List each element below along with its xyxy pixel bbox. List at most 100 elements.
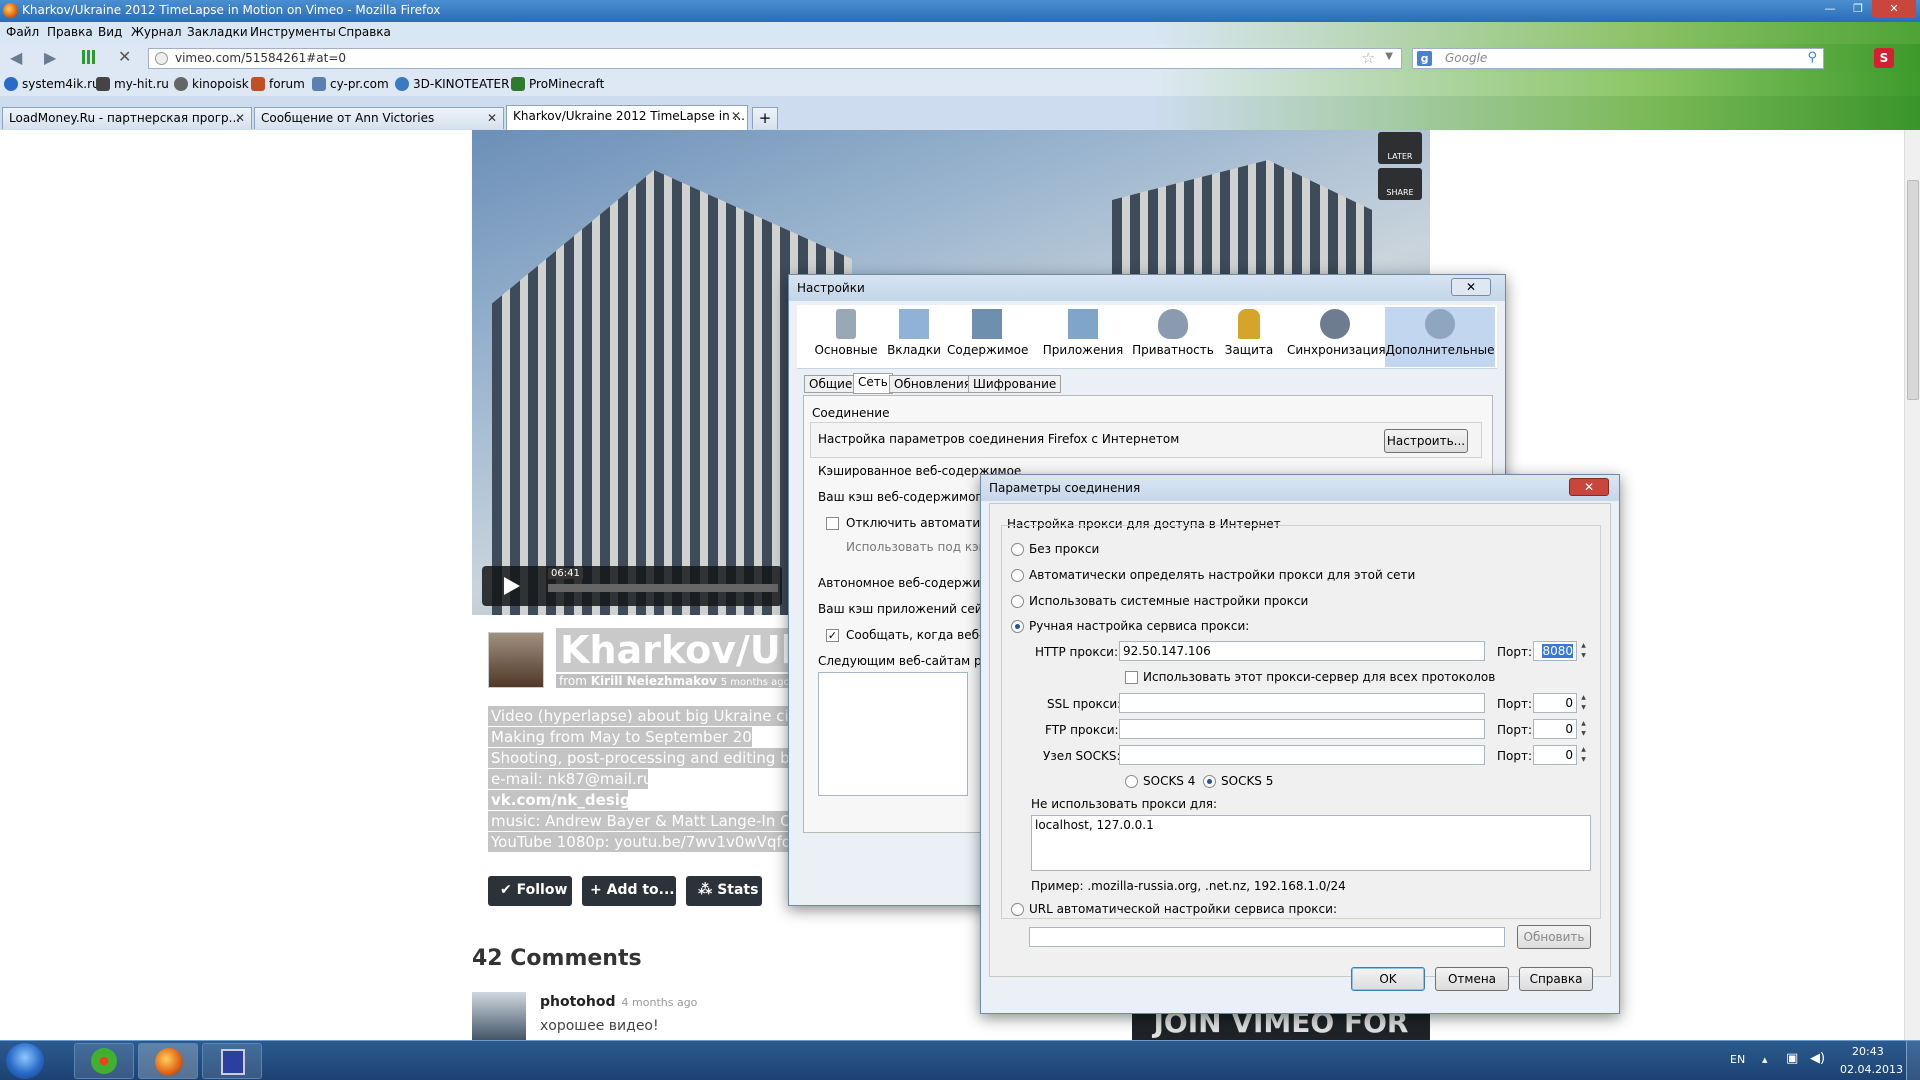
clock-date[interactable]: 02.04.2013 — [1840, 1063, 1903, 1076]
stats-button[interactable]: ⁂ Stats — [686, 876, 762, 906]
pane-privacy[interactable]: Приватность — [1131, 309, 1215, 357]
pane-sync[interactable]: Синхронизация — [1287, 309, 1386, 357]
bookmark-my-hit[interactable]: my-hit.ru — [96, 77, 169, 91]
subtab-updates[interactable]: Обновления — [889, 375, 977, 393]
pane-security[interactable]: Защита — [1219, 309, 1279, 357]
search-input[interactable]: g Google ⚲ — [1412, 48, 1824, 69]
new-tab-button[interactable]: + — [752, 107, 778, 129]
author-avatar[interactable] — [488, 632, 544, 688]
notify-offline-checkbox[interactable]: ✓ — [826, 629, 839, 642]
add-to-button[interactable]: + Add to... — [582, 876, 676, 906]
taskbar-icq[interactable] — [74, 1043, 134, 1079]
menu-tools[interactable]: Инструменты — [250, 25, 336, 39]
subtab-network[interactable]: Сеть — [853, 373, 893, 394]
subtab-general[interactable]: Общие — [804, 375, 858, 393]
description-line[interactable]: e-mail: nk87@mail.ru — [488, 769, 648, 789]
maximize-button[interactable]: ❐ — [1844, 0, 1872, 18]
ssl-port-spinner[interactable]: ▲ ▼ — [1579, 693, 1588, 713]
stop-loading-icon[interactable]: ✕ — [118, 47, 131, 66]
disable-cache-checkbox[interactable] — [826, 517, 839, 530]
pane-applications[interactable]: Приложения — [1041, 309, 1125, 357]
bookmark-system4ik[interactable]: system4ik.ru — [4, 77, 100, 91]
bookmark-kinopoisk[interactable]: kinopoisk — [174, 77, 249, 91]
clock-time[interactable]: 20:43 — [1852, 1045, 1884, 1058]
scrollbar-thumb[interactable] — [1907, 180, 1919, 400]
ftp-proxy-input[interactable] — [1119, 719, 1485, 739]
ftp-port-spinner[interactable]: ▲ ▼ — [1579, 719, 1588, 739]
reload-pac-button[interactable]: Обновить — [1517, 925, 1591, 949]
menu-view[interactable]: Вид — [98, 25, 122, 39]
commenter-name[interactable]: photohod 4 months ago — [540, 994, 697, 1010]
socks-host-input[interactable] — [1119, 745, 1485, 765]
page-scrollbar[interactable] — [1904, 130, 1920, 1040]
site-identity-icon[interactable] — [155, 52, 168, 65]
socks-port-input[interactable]: 0 — [1533, 745, 1577, 765]
auto-url-radio[interactable] — [1011, 903, 1024, 916]
settings-close-button[interactable]: ✕ — [1451, 278, 1491, 296]
menu-edit[interactable]: Правка — [47, 25, 93, 39]
tab-close-icon[interactable]: ✕ — [487, 111, 497, 125]
language-indicator[interactable]: EN — [1730, 1053, 1745, 1066]
ok-button[interactable]: OK — [1351, 967, 1425, 991]
http-port-spinner[interactable]: ▲ ▼ — [1579, 641, 1588, 661]
tray-expand-icon[interactable]: ▴ — [1762, 1053, 1768, 1066]
auto-detect-radio[interactable] — [1011, 569, 1024, 582]
follow-button[interactable]: ✔ Follow — [488, 876, 572, 906]
auto-url-input[interactable] — [1029, 927, 1505, 947]
description-link[interactable]: vk.com/nk_design — [488, 790, 628, 810]
tab-message[interactable]: Сообщение от Ann Victories ✕ — [254, 107, 504, 129]
pane-advanced[interactable]: Дополнительные — [1385, 307, 1495, 367]
ssl-proxy-input[interactable] — [1119, 693, 1485, 713]
bookmark-cy-pr[interactable]: cy-pr.com — [312, 77, 389, 91]
menu-file[interactable]: Файл — [6, 25, 39, 39]
system-proxy-radio[interactable] — [1011, 595, 1024, 608]
socks-port-spinner[interactable]: ▲ ▼ — [1579, 745, 1588, 765]
menu-bookmarks[interactable]: Закладки — [187, 25, 248, 39]
author-link[interactable]: Kirill Neiezhmakov — [591, 674, 717, 688]
pane-tabs[interactable]: Вкладки — [879, 309, 949, 357]
tab-loadmoney[interactable]: LoadMoney.Ru - партнерская прогр... ✕ — [2, 107, 252, 129]
volume-icon[interactable]: ◀) — [1810, 1051, 1825, 1066]
forward-arrow-icon[interactable]: ▶ — [44, 48, 56, 67]
bookmark-prominecraft[interactable]: ProMinecraft — [511, 77, 604, 91]
no-proxy-for-textarea[interactable]: localhost, 127.0.0.1 — [1031, 815, 1591, 871]
manual-proxy-radio[interactable] — [1011, 620, 1024, 633]
configure-connection-button[interactable]: Настроить... — [1384, 429, 1468, 453]
ssl-port-input[interactable]: 0 — [1533, 693, 1577, 713]
pane-general[interactable]: Основные — [811, 309, 881, 357]
http-proxy-input[interactable]: 92.50.147.106 — [1119, 641, 1485, 661]
watch-later-icon[interactable]: LATER — [1378, 132, 1422, 164]
bookmark-forum[interactable]: forum — [251, 77, 305, 91]
start-button[interactable] — [6, 1043, 44, 1079]
connection-close-button[interactable]: ✕ — [1569, 478, 1609, 496]
commenter-avatar[interactable] — [472, 992, 526, 1040]
no-proxy-radio[interactable] — [1011, 543, 1024, 556]
back-arrow-icon[interactable]: ◀ — [10, 48, 22, 67]
taskbar-firefox[interactable] — [138, 1043, 198, 1079]
menu-history[interactable]: Журнал — [131, 25, 182, 39]
video-progress-bar[interactable] — [548, 584, 778, 592]
ftp-port-input[interactable]: 0 — [1533, 719, 1577, 739]
same-proxy-checkbox[interactable] — [1125, 671, 1138, 684]
taskbar-save-app[interactable] — [202, 1043, 262, 1079]
pane-content[interactable]: Содержимое — [947, 309, 1028, 357]
tab-vimeo[interactable]: Kharkov/Ukraine 2012 TimeLapse in ... ✕ — [506, 105, 748, 130]
http-port-input[interactable]: 8080 — [1533, 641, 1577, 661]
offline-sites-list[interactable] — [818, 672, 968, 796]
cancel-button[interactable]: Отмена — [1435, 967, 1509, 991]
bookmark-3d-kinoteater[interactable]: 3D-KINOTEATER — [395, 77, 509, 91]
play-icon[interactable] — [504, 577, 520, 595]
tab-close-icon[interactable]: ✕ — [235, 111, 245, 125]
bookmark-star-icon[interactable]: ☆ — [1362, 49, 1375, 67]
network-icon[interactable]: ▣ — [1786, 1051, 1798, 1066]
menu-help[interactable]: Справка — [338, 25, 391, 39]
show-desktop-button[interactable] — [1906, 1041, 1920, 1080]
socks5-radio[interactable] — [1203, 775, 1216, 788]
socks4-radio[interactable] — [1125, 775, 1138, 788]
description-line[interactable]: YouTube 1080p: youtu.be/7wv1v0wVqfo — [488, 832, 788, 852]
tab-close-icon[interactable]: ✕ — [731, 109, 741, 123]
minimize-button[interactable]: — — [1816, 0, 1844, 18]
addon-s-icon[interactable]: S — [1874, 48, 1894, 68]
subtab-encryption[interactable]: Шифрование — [968, 375, 1062, 393]
url-input[interactable]: vimeo.com/51584261#at=0 ☆ ▼ — [148, 48, 1402, 69]
